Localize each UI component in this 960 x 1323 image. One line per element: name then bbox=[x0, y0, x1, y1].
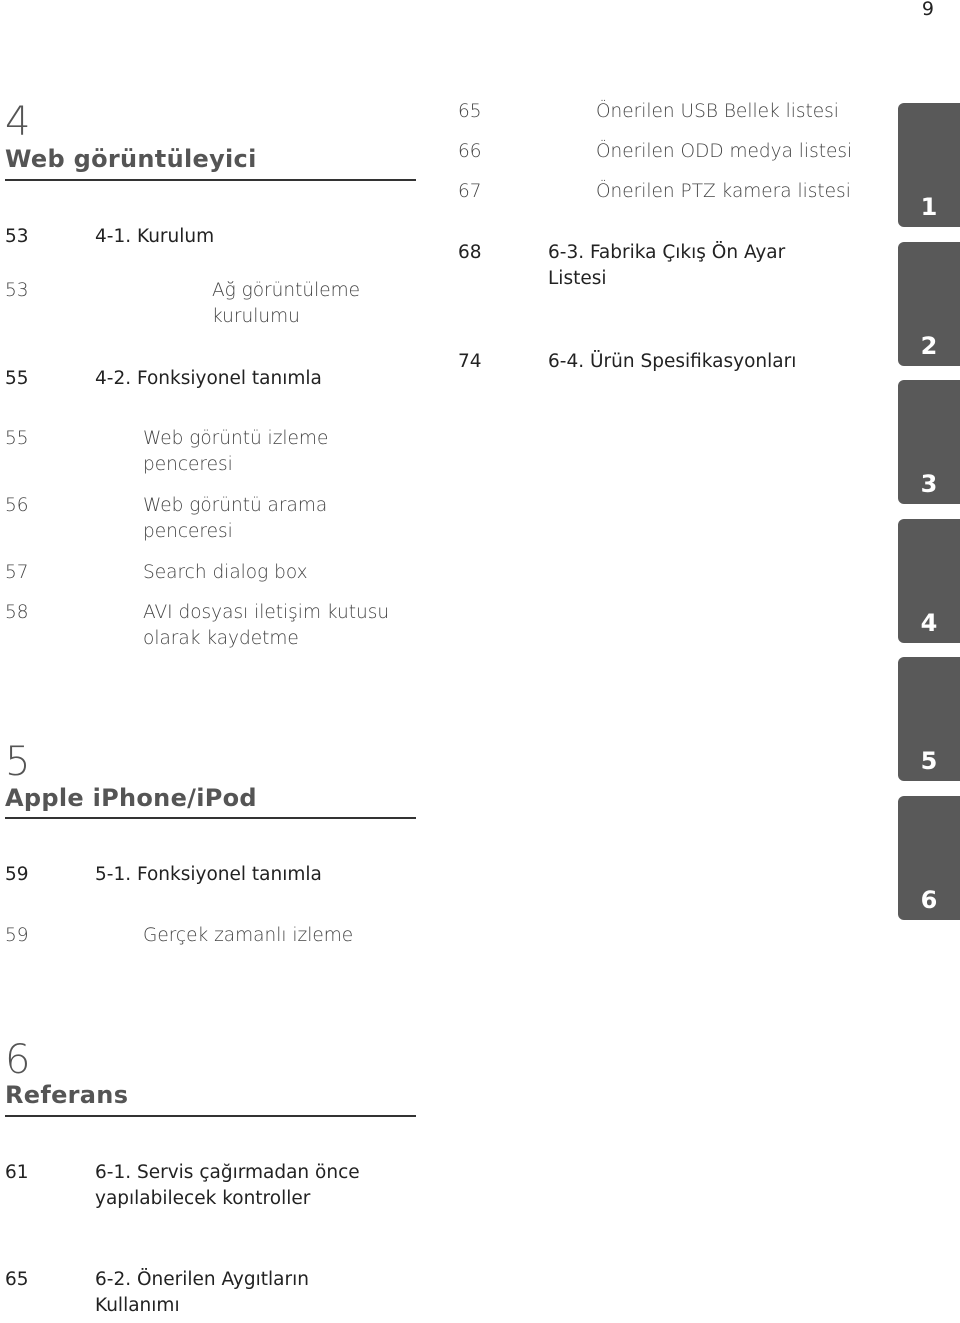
entry-page: 55 bbox=[5, 428, 29, 449]
toc-entry[interactable]: 65 Önerilen USB Bellek listesi bbox=[455, 99, 885, 129]
toc-entry[interactable]: 68 6-3. Fabrika Çıkış Ön Ayar Listesi bbox=[455, 240, 885, 296]
entry-page: 58 bbox=[5, 602, 29, 623]
entry-page: 68 bbox=[458, 242, 482, 263]
entry-title: Web görüntü arama penceresi bbox=[143, 495, 328, 542]
entry-page: 53 bbox=[5, 226, 29, 247]
toc-entry[interactable]: 55 Web görüntü izleme penceresi bbox=[0, 426, 440, 482]
entry-page: 67 bbox=[458, 181, 482, 202]
chapter-number: 4 bbox=[5, 99, 31, 145]
entry-title: Search dialog box bbox=[143, 562, 308, 583]
entry-title: Önerilen PTZ kamera listesi bbox=[596, 181, 851, 202]
entry-page: 74 bbox=[458, 351, 482, 372]
chapter-tab-6[interactable]: 6 bbox=[898, 796, 960, 920]
entry-title: 6-2. Önerilen Aygıtların Kullanımı bbox=[95, 1269, 309, 1316]
entry-title: Ağ görüntüleme kurulumu bbox=[212, 280, 361, 327]
entry-title: Web görüntü izleme penceresi bbox=[143, 428, 329, 475]
chapter-tab-3[interactable]: 3 bbox=[898, 380, 960, 504]
entry-title: 4-1. Kurulum bbox=[95, 226, 215, 247]
toc-entry[interactable]: 53 4-1. Kurulum bbox=[0, 224, 440, 254]
entry-title: Önerilen USB Bellek listesi bbox=[596, 101, 839, 122]
entry-page: 65 bbox=[5, 1269, 29, 1290]
entry-page: 57 bbox=[5, 562, 29, 583]
chapter-title: Web görüntüleyici bbox=[5, 145, 257, 173]
chapter-title: Referans bbox=[5, 1081, 129, 1109]
toc-entry[interactable]: 58 AVI dosyası iletişim kutusu olarak ka… bbox=[0, 600, 440, 656]
entry-title: AVI dosyası iletişim kutusu olarak kayde… bbox=[143, 602, 390, 649]
entry-page: 56 bbox=[5, 495, 29, 516]
page-number: 9 bbox=[921, 0, 934, 20]
chapter-number: 6 bbox=[5, 1037, 31, 1083]
toc-entry[interactable]: 57 Search dialog box bbox=[0, 560, 440, 590]
toc-entry[interactable]: 53 Ağ görüntüleme kurulumu bbox=[0, 278, 440, 334]
toc-entry[interactable]: 59 Gerçek zamanlı izleme bbox=[0, 923, 440, 953]
entry-page: 59 bbox=[5, 864, 29, 885]
entry-page: 55 bbox=[5, 368, 29, 389]
entry-page: 65 bbox=[458, 101, 482, 122]
entry-title: 6-3. Fabrika Çıkış Ön Ayar Listesi bbox=[548, 242, 786, 289]
chapter-tab-2[interactable]: 2 bbox=[898, 242, 960, 366]
entry-page: 66 bbox=[458, 141, 482, 162]
chapter-title: Apple iPhone/iPod bbox=[5, 784, 257, 812]
chapter-divider bbox=[5, 179, 416, 181]
toc-entry[interactable]: 56 Web görüntü arama penceresi bbox=[0, 493, 440, 549]
toc-entry[interactable]: 66 Önerilen ODD medya listesi bbox=[455, 139, 885, 169]
entry-page: 53 bbox=[5, 280, 29, 301]
chapter-tab-5[interactable]: 5 bbox=[898, 657, 960, 781]
toc-entry[interactable]: 67 Önerilen PTZ kamera listesi bbox=[455, 179, 885, 209]
chapter-tab-1[interactable]: 1 bbox=[898, 103, 960, 227]
entry-title: Gerçek zamanlı izleme bbox=[143, 925, 354, 946]
toc-entry[interactable]: 59 5-1. Fonksiyonel tanımla bbox=[0, 862, 440, 892]
entry-page: 61 bbox=[5, 1162, 29, 1183]
toc-entry[interactable]: 65 6-2. Önerilen Aygıtların Kullanımı bbox=[0, 1267, 440, 1323]
entry-page: 59 bbox=[5, 925, 29, 946]
chapter-divider bbox=[5, 817, 416, 819]
toc-entry[interactable]: 55 4-2. Fonksiyonel tanımla bbox=[0, 366, 440, 396]
chapter-tab-4[interactable]: 4 bbox=[898, 519, 960, 643]
entry-title: 6-4. Ürün Spesifikasyonları bbox=[548, 351, 797, 372]
entry-title: 6-1. Servis çağırmadan önce yapılabilece… bbox=[95, 1162, 360, 1209]
toc-entry[interactable]: 61 6-1. Servis çağırmadan önce yapılabil… bbox=[0, 1160, 440, 1216]
entry-title: 4-2. Fonksiyonel tanımla bbox=[95, 368, 322, 389]
entry-title: Önerilen ODD medya listesi bbox=[596, 141, 853, 162]
chapter-divider bbox=[5, 1115, 416, 1117]
entry-title: 5-1. Fonksiyonel tanımla bbox=[95, 864, 322, 885]
chapter-number: 5 bbox=[5, 739, 31, 785]
toc-entry[interactable]: 74 6-4. Ürün Spesifikasyonları bbox=[455, 349, 885, 379]
